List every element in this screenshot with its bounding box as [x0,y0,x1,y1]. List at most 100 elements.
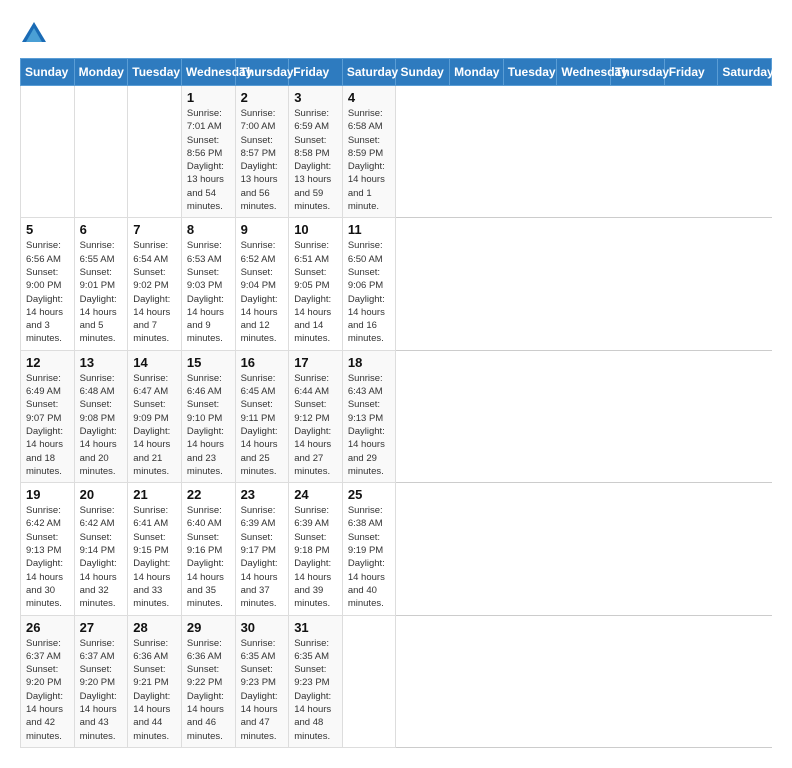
calendar-cell: 13Sunrise: 6:48 AM Sunset: 9:08 PM Dayli… [74,350,128,482]
day-number: 18 [348,355,391,370]
page-header [20,20,772,48]
day-info: Sunrise: 6:48 AM Sunset: 9:08 PM Dayligh… [80,372,123,478]
day-info: Sunrise: 6:38 AM Sunset: 9:19 PM Dayligh… [348,504,391,610]
day-number: 30 [241,620,284,635]
day-number: 10 [294,222,337,237]
day-info: Sunrise: 6:59 AM Sunset: 8:58 PM Dayligh… [294,107,337,213]
day-number: 26 [26,620,69,635]
calendar-cell: 19Sunrise: 6:42 AM Sunset: 9:13 PM Dayli… [21,483,75,615]
calendar-cell: 30 Sunrise: 6:35 AM Sunset: 9:23 PM Dayli… [235,615,289,747]
day-number: 4 [348,90,391,105]
calendar-cell: 1Sunrise: 7:01 AM Sunset: 8:56 PM Daylig… [181,86,235,218]
calendar-cell [128,86,182,218]
calendar-cell: 8Sunrise: 6:53 AM Sunset: 9:03 PM Daylig… [181,218,235,350]
day-info: Sunrise: 6:35 AM Sunset: 9:23 PM Dayligh… [294,637,337,743]
day-number: 7 [133,222,176,237]
day-number: 3 [294,90,337,105]
day-info: Sunrise: 6:50 AM Sunset: 9:06 PM Dayligh… [348,239,391,345]
col-header-saturday: Saturday [718,59,772,86]
header-tuesday: Tuesday [128,59,182,86]
day-info: Sunrise: 6:39 AM Sunset: 9:18 PM Dayligh… [294,504,337,610]
day-info: Sunrise: 6:42 AM Sunset: 9:14 PM Dayligh… [80,504,123,610]
day-info: Sunrise: 6:45 AM Sunset: 9:11 PM Dayligh… [241,372,284,478]
day-number: 20 [80,487,123,502]
calendar-cell: 31 Sunrise: 6:35 AM Sunset: 9:23 PM Dayli… [289,615,343,747]
day-number: 8 [187,222,230,237]
day-info: Sunrise: 6:40 AM Sunset: 9:16 PM Dayligh… [187,504,230,610]
day-number: 12 [26,355,69,370]
day-info: Sunrise: 6:42 AM Sunset: 9:13 PM Dayligh… [26,504,69,610]
day-number: 9 [241,222,284,237]
day-info: Sunrise: 6:44 AM Sunset: 9:12 PM Dayligh… [294,372,337,478]
calendar-week-row: 26 Sunrise: 6:37 AM Sunset: 9:20 PM Dayli… [21,615,772,747]
day-number: 25 [348,487,391,502]
day-number: 5 [26,222,69,237]
calendar-cell: 27 Sunrise: 6:37 AM Sunset: 9:20 PM Dayli… [74,615,128,747]
day-info: Sunrise: 6:54 AM Sunset: 9:02 PM Dayligh… [133,239,176,345]
day-info: Sunrise: 6:56 AM Sunset: 9:00 PM Dayligh… [26,239,69,345]
day-info: Sunrise: 6:36 AM Sunset: 9:22 PM Dayligh… [187,637,230,743]
day-number: 31 [294,620,337,635]
calendar-cell: 3 Sunrise: 6:59 AM Sunset: 8:58 PM Daylig… [289,86,343,218]
header-friday: Friday [289,59,343,86]
day-info: Sunrise: 7:00 AM Sunset: 8:57 PM Dayligh… [241,107,284,213]
calendar-cell [342,615,396,747]
calendar-cell: 7 Sunrise: 6:54 AM Sunset: 9:02 PM Daylig… [128,218,182,350]
day-number: 23 [241,487,284,502]
header-thursday: Thursday [235,59,289,86]
day-info: Sunrise: 6:51 AM Sunset: 9:05 PM Dayligh… [294,239,337,345]
calendar-cell [21,86,75,218]
calendar-cell: 4 Sunrise: 6:58 AM Sunset: 8:59 PM Daylig… [342,86,396,218]
col-header-sunday: Sunday [396,59,450,86]
calendar-cell: 11 Sunrise: 6:50 AM Sunset: 9:06 PM Dayli… [342,218,396,350]
calendar-header-row: SundayMondayTuesdayWednesdayThursdayFrid… [21,59,772,86]
header-sunday: Sunday [21,59,75,86]
day-number: 24 [294,487,337,502]
calendar-cell: 2Sunrise: 7:00 AM Sunset: 8:57 PM Daylig… [235,86,289,218]
day-number: 16 [241,355,284,370]
day-info: Sunrise: 6:49 AM Sunset: 9:07 PM Dayligh… [26,372,69,478]
day-number: 21 [133,487,176,502]
day-number: 27 [80,620,123,635]
logo [20,20,52,48]
calendar-cell: 23 Sunrise: 6:39 AM Sunset: 9:17 PM Dayli… [235,483,289,615]
calendar-cell: 5 Sunrise: 6:56 AM Sunset: 9:00 PM Daylig… [21,218,75,350]
day-info: Sunrise: 7:01 AM Sunset: 8:56 PM Dayligh… [187,107,230,213]
calendar-cell: 24 Sunrise: 6:39 AM Sunset: 9:18 PM Dayli… [289,483,343,615]
header-wednesday: Wednesday [181,59,235,86]
calendar-cell: 9 Sunrise: 6:52 AM Sunset: 9:04 PM Daylig… [235,218,289,350]
calendar-week-row: 1Sunrise: 7:01 AM Sunset: 8:56 PM Daylig… [21,86,772,218]
calendar-week-row: 19Sunrise: 6:42 AM Sunset: 9:13 PM Dayli… [21,483,772,615]
day-number: 15 [187,355,230,370]
day-info: Sunrise: 6:35 AM Sunset: 9:23 PM Dayligh… [241,637,284,743]
calendar-cell: 26Sunrise: 6:37 AM Sunset: 9:20 PM Dayli… [21,615,75,747]
day-number: 17 [294,355,337,370]
header-saturday: Saturday [342,59,396,86]
calendar-cell: 22 Sunrise: 6:40 AM Sunset: 9:16 PM Dayli… [181,483,235,615]
day-number: 11 [348,222,391,237]
day-info: Sunrise: 6:52 AM Sunset: 9:04 PM Dayligh… [241,239,284,345]
calendar-cell: 28Sunrise: 6:36 AM Sunset: 9:21 PM Dayli… [128,615,182,747]
header-monday: Monday [74,59,128,86]
day-info: Sunrise: 6:46 AM Sunset: 9:10 PM Dayligh… [187,372,230,478]
col-header-monday: Monday [450,59,504,86]
day-number: 29 [187,620,230,635]
col-header-friday: Friday [664,59,718,86]
day-info: Sunrise: 6:43 AM Sunset: 9:13 PM Dayligh… [348,372,391,478]
logo-icon [20,20,48,48]
calendar-cell: 10 Sunrise: 6:51 AM Sunset: 9:05 PM Dayli… [289,218,343,350]
calendar-cell: 6 Sunrise: 6:55 AM Sunset: 9:01 PM Daylig… [74,218,128,350]
day-info: Sunrise: 6:55 AM Sunset: 9:01 PM Dayligh… [80,239,123,345]
calendar-cell: 15 Sunrise: 6:46 AM Sunset: 9:10 PM Dayli… [181,350,235,482]
calendar-cell: 25 Sunrise: 6:38 AM Sunset: 9:19 PM Dayli… [342,483,396,615]
day-number: 22 [187,487,230,502]
calendar-cell: 12 Sunrise: 6:49 AM Sunset: 9:07 PM Dayli… [21,350,75,482]
day-info: Sunrise: 6:58 AM Sunset: 8:59 PM Dayligh… [348,107,391,213]
day-info: Sunrise: 6:39 AM Sunset: 9:17 PM Dayligh… [241,504,284,610]
calendar-cell: 14Sunrise: 6:47 AM Sunset: 9:09 PM Dayli… [128,350,182,482]
day-number: 6 [80,222,123,237]
calendar-cell: 20 Sunrise: 6:42 AM Sunset: 9:14 PM Dayli… [74,483,128,615]
calendar-week-row: 12 Sunrise: 6:49 AM Sunset: 9:07 PM Dayli… [21,350,772,482]
day-info: Sunrise: 6:37 AM Sunset: 9:20 PM Dayligh… [80,637,123,743]
calendar-cell: 16 Sunrise: 6:45 AM Sunset: 9:11 PM Dayli… [235,350,289,482]
